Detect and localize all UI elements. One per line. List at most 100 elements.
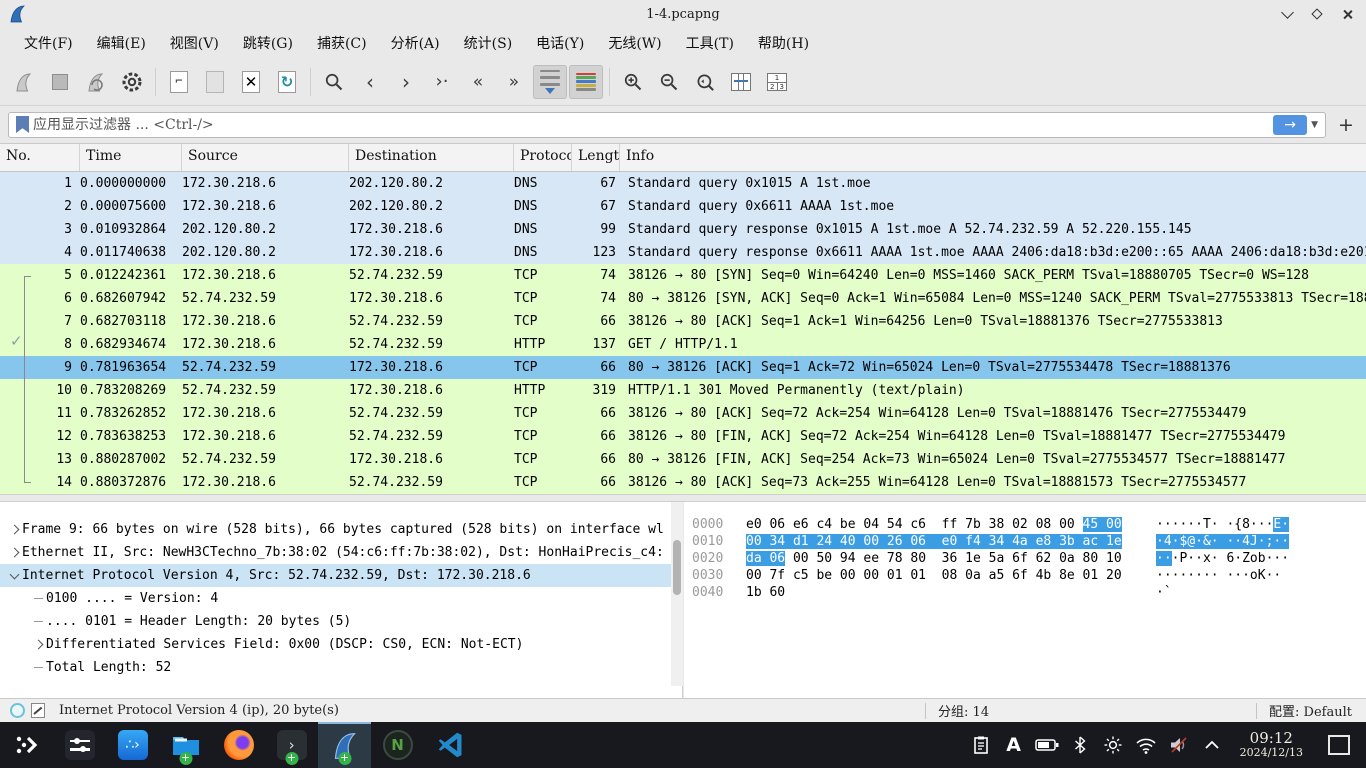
taskbar-app-store[interactable]: ∴› bbox=[106, 722, 159, 768]
expert-info-icon[interactable] bbox=[10, 703, 25, 718]
filter-dropdown-caret-icon[interactable]: ▼ bbox=[1311, 120, 1318, 130]
column-length[interactable]: Lengtl bbox=[572, 144, 620, 171]
expand-icon[interactable] bbox=[6, 526, 22, 533]
layout-columns-button[interactable]: 123 bbox=[760, 65, 794, 99]
menu-item[interactable]: 电话(Y) bbox=[524, 30, 596, 56]
open-file-button[interactable]: ⌐ bbox=[162, 65, 196, 99]
input-method-indicator[interactable]: A bbox=[1001, 732, 1027, 758]
resize-columns-button[interactable] bbox=[724, 65, 758, 99]
apply-filter-button[interactable]: → bbox=[1273, 115, 1307, 135]
taskbar-file-manager[interactable]: + bbox=[159, 722, 212, 768]
find-packet-button[interactable] bbox=[317, 65, 351, 99]
packet-row[interactable]: 2 0.000075600 172.30.218.6 202.120.80.2 … bbox=[0, 195, 1366, 218]
packet-row[interactable]: 4 0.011740638 202.120.80.2 172.30.218.6 … bbox=[0, 241, 1366, 264]
bookmark-icon[interactable] bbox=[16, 116, 29, 133]
capture-comment-icon[interactable] bbox=[31, 703, 45, 718]
menu-item[interactable]: 统计(S) bbox=[452, 30, 525, 56]
taskbar-neovim[interactable]: N bbox=[371, 722, 424, 768]
hex-row[interactable]: 0010 00 34 d1 24 40 00 26 06 e0 f4 34 4a… bbox=[692, 533, 1366, 550]
volume-muted-icon[interactable] bbox=[1166, 732, 1192, 758]
taskbar-clock[interactable]: 09:12 2024/12/13 bbox=[1240, 731, 1303, 758]
packet-row[interactable]: 10 0.783208269 52.74.232.59 172.30.218.6… bbox=[0, 379, 1366, 402]
menu-item[interactable]: 工具(T) bbox=[674, 30, 746, 56]
go-back-button[interactable]: ‹ bbox=[353, 65, 387, 99]
last-packet-button[interactable]: » bbox=[497, 65, 531, 99]
taskbar-launcher[interactable] bbox=[0, 722, 53, 768]
expand-icon[interactable] bbox=[30, 621, 46, 622]
capture-options-button[interactable] bbox=[115, 65, 149, 99]
column-info[interactable]: Info bbox=[620, 144, 1366, 171]
packet-row[interactable]: 11 0.783262852 172.30.218.6 52.74.232.59… bbox=[0, 402, 1366, 425]
expand-icon[interactable] bbox=[6, 549, 22, 556]
close-file-button[interactable]: ✕ bbox=[234, 65, 268, 99]
reload-file-button[interactable]: ↻ bbox=[270, 65, 304, 99]
menu-item[interactable]: 捕获(C) bbox=[305, 30, 379, 56]
status-profile[interactable]: 配置: Default bbox=[1257, 701, 1366, 720]
packet-row[interactable]: 7 0.682703118 172.30.218.6 52.74.232.59 … bbox=[0, 310, 1366, 333]
hex-row[interactable]: 0020 da 06 00 50 94 ee 78 80 36 1e 5a 6f… bbox=[692, 550, 1366, 567]
display-filter-input[interactable] bbox=[33, 117, 1273, 133]
display-filter-box[interactable]: → ▼ bbox=[8, 112, 1326, 138]
pane-splitter[interactable] bbox=[0, 494, 1366, 502]
taskbar-firefox[interactable] bbox=[212, 722, 265, 768]
menu-item[interactable]: 帮助(H) bbox=[746, 30, 821, 56]
packet-row[interactable]: 3 0.010932864 202.120.80.2 172.30.218.6 … bbox=[0, 218, 1366, 241]
column-source[interactable]: Source bbox=[182, 144, 349, 171]
minimize-button[interactable] bbox=[1274, 2, 1300, 26]
bluetooth-icon[interactable] bbox=[1067, 732, 1093, 758]
close-button[interactable] bbox=[1334, 2, 1360, 26]
colorize-packets-button[interactable] bbox=[569, 65, 603, 99]
tray-expand-chevron-icon[interactable] bbox=[1199, 732, 1225, 758]
column-protocol[interactable]: Protocol bbox=[514, 144, 572, 171]
zoom-in-button[interactable] bbox=[616, 65, 650, 99]
hex-row[interactable]: 0000 e0 06 e6 c4 be 04 54 c6 ff 7b 38 02… bbox=[692, 516, 1366, 533]
start-capture-button[interactable] bbox=[7, 65, 41, 99]
stop-capture-button[interactable] bbox=[43, 65, 77, 99]
packet-row[interactable]: 6 0.682607942 52.74.232.59 172.30.218.6 … bbox=[0, 287, 1366, 310]
brightness-icon[interactable] bbox=[1100, 732, 1126, 758]
detail-line[interactable]: Ethernet II, Src: NewH3CTechno_7b:38:02 … bbox=[0, 541, 682, 564]
packet-row[interactable]: 1 0.000000000 172.30.218.6 202.120.80.2 … bbox=[0, 172, 1366, 195]
menu-item[interactable]: 跳转(G) bbox=[231, 30, 305, 56]
column-destination[interactable]: Destination bbox=[349, 144, 514, 171]
detail-line[interactable]: .... 0101 = Header Length: 20 bytes (5) bbox=[0, 610, 682, 633]
expand-icon[interactable] bbox=[30, 598, 46, 599]
menu-item[interactable]: 文件(F) bbox=[12, 30, 85, 56]
packet-row[interactable]: 14 0.880372876 172.30.218.6 52.74.232.59… bbox=[0, 471, 1366, 494]
menu-item[interactable]: 视图(V) bbox=[158, 30, 231, 56]
go-forward-button[interactable]: › bbox=[389, 65, 423, 99]
column-no[interactable]: No. bbox=[0, 144, 80, 171]
first-packet-button[interactable]: « bbox=[461, 65, 495, 99]
taskbar-control-center[interactable] bbox=[53, 722, 106, 768]
packet-row[interactable]: 12 0.783638253 172.30.218.6 52.74.232.59… bbox=[0, 425, 1366, 448]
restart-capture-button[interactable] bbox=[79, 65, 113, 99]
packet-row[interactable]: 8 0.682934674 172.30.218.6 52.74.232.59 … bbox=[0, 333, 1366, 356]
packet-row[interactable]: 9 0.781963654 52.74.232.59 172.30.218.6 … bbox=[0, 356, 1366, 379]
taskbar-vscode[interactable] bbox=[424, 722, 477, 768]
detail-line[interactable]: Total Length: 52 bbox=[0, 656, 682, 679]
column-time[interactable]: Time bbox=[80, 144, 182, 171]
battery-icon[interactable] bbox=[1034, 732, 1060, 758]
taskbar-wireshark[interactable]: + bbox=[318, 722, 371, 768]
detail-line[interactable]: Frame 9: 66 bytes on wire (528 bits), 66… bbox=[0, 518, 682, 541]
detail-line[interactable]: Internet Protocol Version 4, Src: 52.74.… bbox=[0, 564, 682, 587]
show-desktop-button[interactable] bbox=[1328, 735, 1350, 755]
clipboard-icon[interactable] bbox=[968, 732, 994, 758]
taskbar-terminal[interactable]: › + bbox=[265, 722, 318, 768]
save-file-button[interactable] bbox=[198, 65, 232, 99]
menu-item[interactable]: 分析(A) bbox=[379, 30, 452, 56]
details-vertical-scrollbar[interactable] bbox=[671, 502, 683, 686]
packet-row[interactable]: 13 0.880287002 52.74.232.59 172.30.218.6… bbox=[0, 448, 1366, 471]
menu-item[interactable]: 无线(W) bbox=[596, 30, 673, 56]
hex-row[interactable]: 0030 00 7f c5 be 00 00 01 01 08 0a a5 6f… bbox=[692, 567, 1366, 584]
expand-icon[interactable] bbox=[30, 667, 46, 668]
detail-line[interactable]: 0100 .... = Version: 4 bbox=[0, 587, 682, 610]
wifi-icon[interactable] bbox=[1133, 732, 1159, 758]
detail-line[interactable]: Differentiated Services Field: 0x00 (DSC… bbox=[0, 633, 682, 656]
go-to-packet-button[interactable]: ›· bbox=[425, 65, 459, 99]
menu-item[interactable]: 编辑(E) bbox=[85, 30, 158, 56]
packet-row[interactable]: 5 0.012242361 172.30.218.6 52.74.232.59 … bbox=[0, 264, 1366, 287]
zoom-out-button[interactable] bbox=[652, 65, 686, 99]
expand-icon[interactable] bbox=[6, 574, 22, 578]
maximize-button[interactable] bbox=[1304, 2, 1330, 26]
